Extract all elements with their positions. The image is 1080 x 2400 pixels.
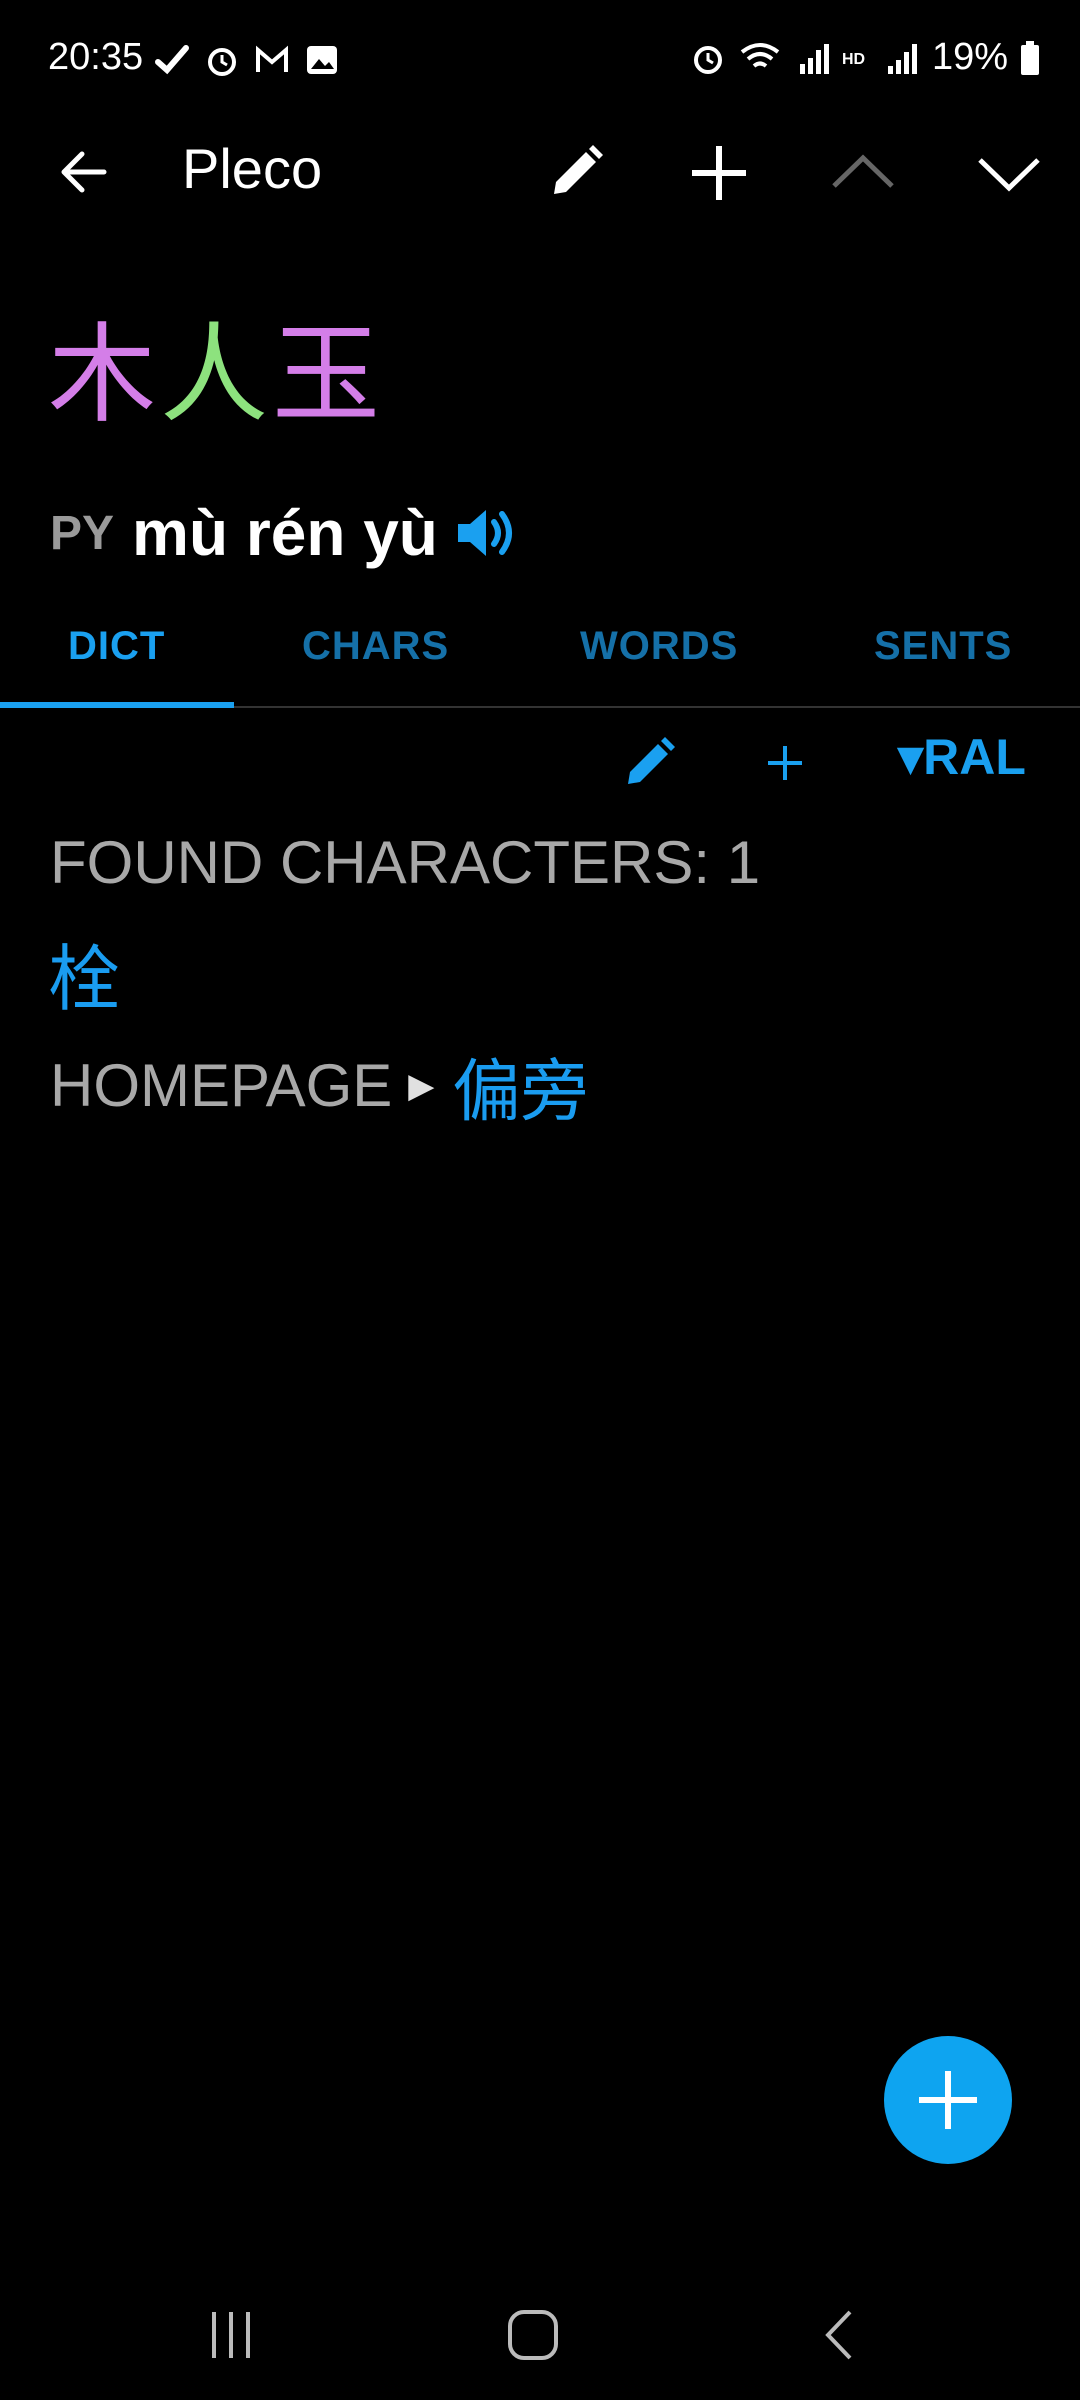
wifi-icon	[740, 42, 780, 68]
hd-icon: HD	[842, 51, 865, 68]
homepage-label: HOMEPAGE	[50, 1052, 393, 1119]
check-icon	[155, 45, 189, 75]
plus-icon[interactable]	[760, 738, 810, 788]
pinyin-row: PY mù rén yù	[50, 496, 522, 570]
headword-char[interactable]: 木	[48, 313, 160, 438]
tab-words[interactable]: WORDS	[580, 624, 738, 669]
triangle-right-icon: ▶	[408, 1065, 435, 1106]
status-bar: 20:35 HD 19%	[0, 0, 1080, 120]
homepage-link[interactable]: 偏旁	[452, 1036, 588, 1135]
tab-sents[interactable]: SENTS	[874, 624, 1012, 669]
pencil-icon[interactable]	[540, 138, 610, 208]
pencil-icon[interactable]	[620, 732, 680, 792]
svg-text:HD: HD	[842, 51, 865, 68]
headword-char[interactable]: 人	[160, 313, 272, 438]
plus-icon	[919, 2071, 977, 2129]
entry-toolbar: ▾RAL	[0, 720, 1080, 800]
tab-indicator	[0, 702, 234, 708]
alarm-icon	[208, 48, 236, 76]
app-title: Pleco	[182, 137, 323, 200]
speaker-icon[interactable]	[452, 498, 522, 568]
alarm-icon	[693, 45, 722, 74]
recents-icon[interactable]	[196, 2300, 266, 2370]
plus-icon[interactable]	[684, 138, 754, 208]
signal-icon	[887, 43, 917, 74]
homepage-row: HOMEPAGE ▶ 偏旁	[50, 1036, 588, 1135]
tab-dict[interactable]: DICT	[68, 624, 165, 669]
add-fab-button[interactable]	[884, 2036, 1012, 2164]
tab-bar: DICT CHARS WORDS SENTS	[0, 610, 1080, 708]
home-icon[interactable]	[498, 2300, 568, 2370]
system-nav-bar	[0, 2270, 1080, 2400]
image-icon	[307, 46, 337, 74]
chevron-down-icon[interactable]	[974, 138, 1044, 208]
battery-icon	[1021, 40, 1039, 75]
signal-r-icon	[799, 43, 829, 74]
app-bar: Pleco	[0, 120, 1080, 220]
status-time: 20:35	[48, 36, 144, 78]
battery-percent: 19%	[931, 36, 1008, 78]
pinyin-label: PY	[50, 506, 115, 560]
found-character-link[interactable]: 栓	[48, 920, 120, 1025]
pinyin-text: mù rén yù	[132, 497, 438, 569]
back-icon[interactable]	[806, 2300, 876, 2370]
found-characters-label: FOUND CHARACTERS: 1	[50, 829, 761, 896]
gmail-icon	[256, 45, 288, 72]
chevron-up-icon[interactable]	[828, 138, 898, 208]
arrow-left-icon[interactable]	[54, 142, 114, 202]
headword: 木人玉	[48, 322, 384, 430]
dictionary-selector[interactable]: ▾RAL	[898, 728, 1026, 786]
tab-chars[interactable]: CHARS	[302, 624, 449, 669]
headword-char[interactable]: 玉	[272, 313, 384, 438]
